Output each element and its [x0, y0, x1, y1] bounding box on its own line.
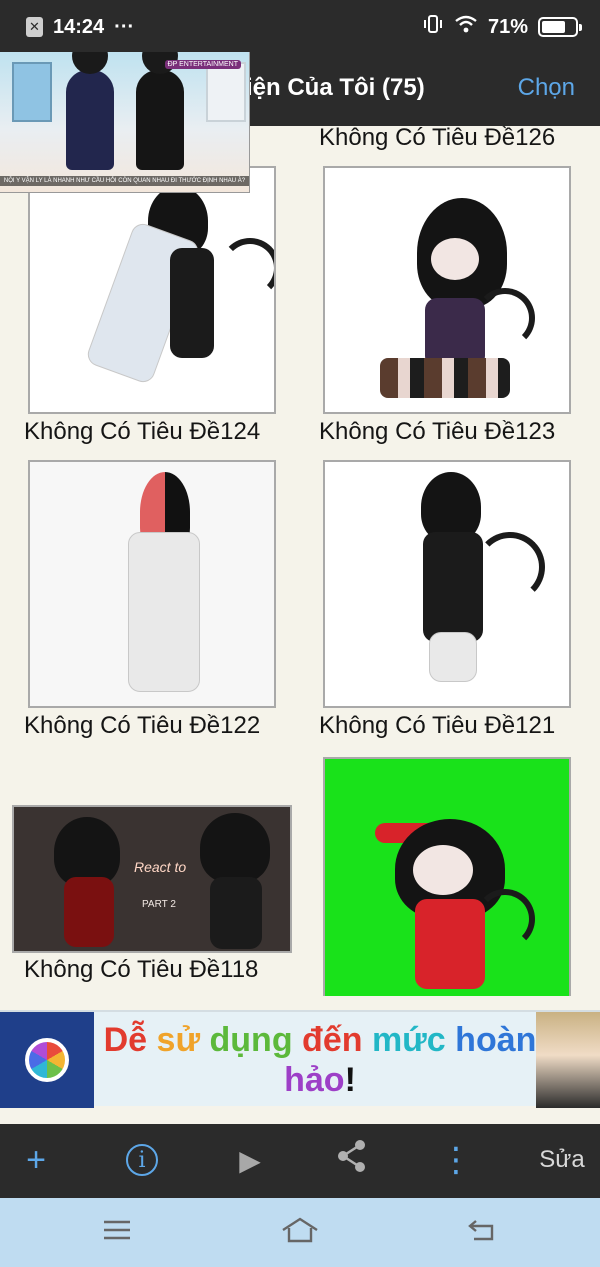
- page-title: iện Của Tôi (75): [246, 74, 425, 101]
- ad-banner[interactable]: Dễ sử dụng đến mức hoàn hảo!: [0, 1010, 600, 1108]
- thumb-text-react: React to: [134, 859, 187, 875]
- close-box-icon: ✕: [26, 17, 43, 37]
- ad-line-2: hảo!: [100, 1060, 540, 1100]
- play-button[interactable]: ▶: [230, 1140, 270, 1180]
- add-button[interactable]: +: [16, 1140, 56, 1180]
- character-body: [415, 899, 485, 989]
- gallery-grid: Không Có Tiêu Đề126 Không Có Tiêu Đề124 …: [0, 126, 600, 996]
- gallery-thumb-122[interactable]: [28, 460, 276, 708]
- wifi-icon: [454, 14, 478, 40]
- gallery-item-label: Không Có Tiêu Đề126: [319, 126, 556, 151]
- gallery-thumb-123[interactable]: [323, 166, 571, 414]
- ad-word: Dễ: [103, 1021, 148, 1059]
- info-icon: i: [126, 1144, 158, 1176]
- pip-character-left: [66, 52, 114, 170]
- ad-word: mức: [371, 1021, 446, 1059]
- vibrate-icon: [422, 13, 444, 41]
- system-navigation-bar: [0, 1198, 600, 1267]
- ad-word: hảo: [284, 1061, 345, 1099]
- share-button[interactable]: [332, 1139, 372, 1182]
- thumb-text-part: PART 2: [142, 899, 176, 910]
- edit-label: Sửa: [539, 1146, 585, 1173]
- bottom-toolbar: + i ▶ ⋮ Sửa: [0, 1124, 600, 1198]
- plus-icon: +: [26, 1140, 46, 1179]
- home-button[interactable]: [280, 1216, 320, 1248]
- more-vert-icon: ⋮: [439, 1141, 473, 1179]
- battery-percent: 71%: [487, 15, 528, 38]
- character-body: [128, 532, 200, 692]
- pip-video-overlay[interactable]: ĐP ENTERTAINMENT NỘI Y VẬN LY LÀ NHANH N…: [0, 52, 250, 193]
- color-wheel-icon: [25, 1038, 69, 1082]
- gallery-thumb-118[interactable]: React to PART 2: [12, 805, 292, 953]
- pip-caption: NỘI Y VẬN LY LÀ NHANH NHƯ CẦU HỎI CÒN QU…: [0, 176, 249, 186]
- menu-button[interactable]: [97, 1216, 137, 1248]
- gallery-item-label: Không Có Tiêu Đề118: [24, 956, 259, 983]
- play-icon: ▶: [239, 1144, 261, 1176]
- edit-button[interactable]: Sửa: [534, 1140, 590, 1180]
- character-body: [64, 877, 114, 947]
- pip-channel-logo: ĐP ENTERTAINMENT: [164, 60, 241, 69]
- gallery-item-label: Không Có Tiêu Đề121: [319, 712, 556, 739]
- info-button[interactable]: i: [122, 1140, 162, 1180]
- gallery-item-label: Không Có Tiêu Đề122: [24, 712, 261, 739]
- character-face: [413, 845, 473, 895]
- gallery-thumb-121[interactable]: [323, 460, 571, 708]
- battery-level: [542, 21, 565, 33]
- character-tail: [475, 288, 535, 348]
- ad-character-image: [536, 1012, 600, 1108]
- pip-window-left: [12, 62, 52, 122]
- ad-word: sử: [156, 1021, 201, 1059]
- character-hair: [200, 813, 270, 883]
- pip-character-right: [136, 52, 184, 170]
- small-characters: [380, 358, 510, 398]
- character-tail: [220, 238, 274, 298]
- character-body: [170, 248, 214, 358]
- pip-character-head: [72, 52, 108, 74]
- status-right: 71%: [422, 13, 582, 41]
- battery-icon: [538, 17, 582, 37]
- character-legs: [429, 632, 477, 682]
- gallery-item-label: Không Có Tiêu Đề123: [319, 418, 556, 445]
- back-icon: [466, 1217, 498, 1248]
- status-left: ✕ 14:24 ···: [26, 16, 134, 39]
- ibis-paint-logo: [0, 1012, 94, 1108]
- ad-word: đến: [302, 1021, 363, 1059]
- gallery-thumb-green[interactable]: [323, 757, 571, 996]
- ad-word: dụng: [209, 1021, 293, 1059]
- ad-line-1: Dễ sử dụng đến mức hoàn: [100, 1020, 540, 1060]
- gallery-item-label: Không Có Tiêu Đề124: [24, 418, 261, 445]
- status-more: ···: [114, 15, 135, 38]
- pip-window-right: [206, 62, 246, 122]
- share-icon: [336, 1139, 368, 1182]
- select-button[interactable]: Chọn: [518, 74, 575, 102]
- character-body: [210, 877, 262, 949]
- ad-word: !: [344, 1061, 356, 1099]
- character-tail: [475, 889, 535, 949]
- character-body: [423, 532, 483, 642]
- gallery-thumb-124[interactable]: [28, 166, 276, 414]
- character-face: [431, 238, 479, 280]
- back-button[interactable]: [462, 1216, 502, 1248]
- ad-word: hoàn: [455, 1021, 537, 1059]
- menu-icon: [102, 1219, 132, 1246]
- character-tail: [475, 532, 545, 602]
- status-time: 14:24: [53, 15, 105, 38]
- home-icon: [280, 1216, 320, 1249]
- ad-headline: Dễ sử dụng đến mức hoàn hảo!: [100, 1020, 540, 1100]
- more-button[interactable]: ⋮: [436, 1140, 476, 1180]
- status-bar: ✕ 14:24 ··· 71%: [0, 0, 600, 54]
